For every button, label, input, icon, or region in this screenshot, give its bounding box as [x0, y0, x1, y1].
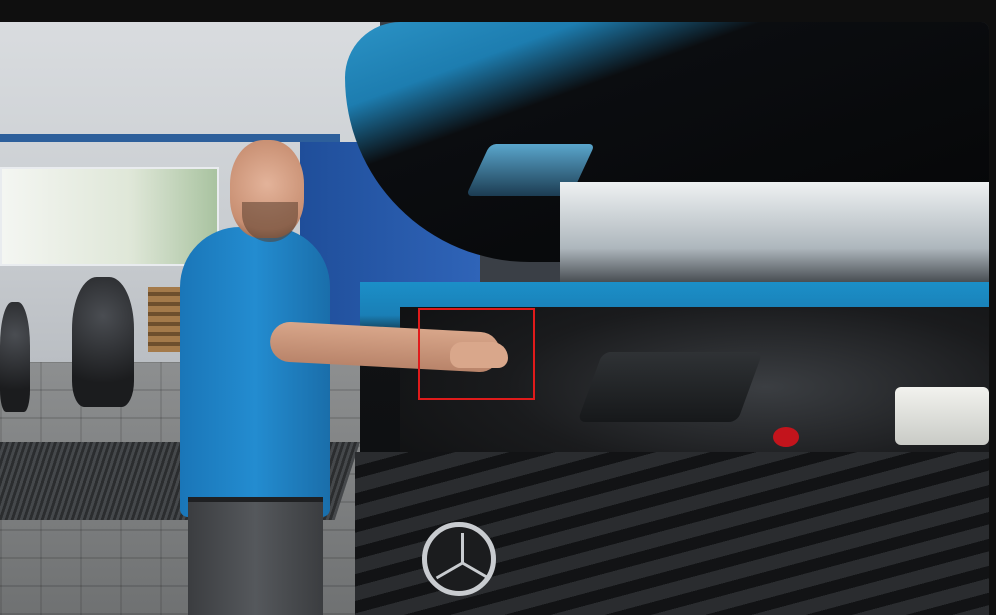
mercedes-star-icon: [422, 522, 496, 596]
steel-beam: [0, 134, 340, 142]
video-player[interactable]: [0, 22, 989, 615]
van-windshield: [560, 182, 989, 292]
workshop-window: [0, 167, 219, 266]
presenter-shirt: [180, 227, 330, 517]
wooden-pallet: [148, 287, 182, 352]
motorcycle: [72, 277, 134, 407]
coolant-reservoir: [895, 387, 989, 445]
video-frame[interactable]: [0, 22, 989, 615]
oil-cap: [773, 427, 799, 447]
presenter-pants: [188, 502, 323, 615]
highlight-box: [418, 308, 535, 400]
motorcycle: [0, 302, 30, 412]
engine-cover: [577, 352, 763, 422]
